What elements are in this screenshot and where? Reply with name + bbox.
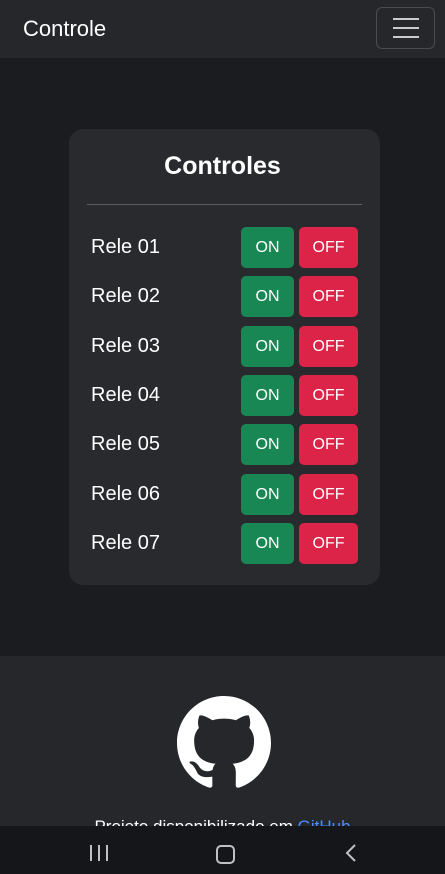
recents-icon[interactable] xyxy=(90,845,108,861)
footer-caption: Projeto disponibilizado em xyxy=(94,817,292,826)
hamburger-icon-bar xyxy=(393,36,419,38)
relay-off-button[interactable]: OFF xyxy=(299,227,358,268)
back-icon[interactable] xyxy=(344,844,358,862)
relay-label: Rele 01 xyxy=(91,236,160,258)
relay-off-button[interactable]: OFF xyxy=(299,424,358,465)
github-icon[interactable] xyxy=(177,696,271,790)
relay-on-button[interactable]: ON xyxy=(241,276,294,317)
relay-on-button[interactable]: ON xyxy=(241,375,294,416)
relay-off-button[interactable]: OFF xyxy=(299,474,358,515)
relay-label: Rele 02 xyxy=(91,285,160,307)
relay-label: Rele 06 xyxy=(91,483,160,505)
home-icon[interactable] xyxy=(216,845,235,864)
relay-off-button[interactable]: OFF xyxy=(299,375,358,416)
footer: Projeto disponibilizado em GitHub xyxy=(0,656,445,826)
relay-label: Rele 03 xyxy=(91,335,160,357)
relay-row: Rele 01 ON OFF xyxy=(0,227,445,268)
relay-row: Rele 03 ON OFF xyxy=(0,326,445,367)
relay-row: Rele 05 ON OFF xyxy=(0,424,445,465)
menu-toggle-button[interactable] xyxy=(376,7,435,49)
relay-label: Rele 07 xyxy=(91,532,160,554)
relay-label: Rele 04 xyxy=(91,384,160,406)
card-title: Controles xyxy=(164,152,281,180)
relay-on-button[interactable]: ON xyxy=(241,227,294,268)
relay-off-button[interactable]: OFF xyxy=(299,276,358,317)
relay-on-button[interactable]: ON xyxy=(241,474,294,515)
github-link[interactable]: GitHub xyxy=(298,817,351,826)
relay-on-button[interactable]: ON xyxy=(241,424,294,465)
relay-on-button[interactable]: ON xyxy=(241,326,294,367)
relay-on-button[interactable]: ON xyxy=(241,523,294,564)
relay-row: Rele 06 ON OFF xyxy=(0,474,445,515)
navbar-brand[interactable]: Controle xyxy=(23,15,106,43)
top-navbar: Controle xyxy=(0,0,445,58)
footer-text: Projeto disponibilizado em GitHub xyxy=(0,816,445,826)
relay-row: Rele 04 ON OFF xyxy=(0,375,445,416)
hamburger-icon-bar xyxy=(393,18,419,20)
relay-off-button[interactable]: OFF xyxy=(299,523,358,564)
card-divider xyxy=(87,204,362,205)
relay-label: Rele 05 xyxy=(91,433,160,455)
hamburger-icon-bar xyxy=(393,27,419,29)
relay-row: Rele 02 ON OFF xyxy=(0,276,445,317)
system-navigation-bar xyxy=(0,826,445,874)
relay-off-button[interactable]: OFF xyxy=(299,326,358,367)
relay-row: Rele 07 ON OFF xyxy=(0,523,445,564)
